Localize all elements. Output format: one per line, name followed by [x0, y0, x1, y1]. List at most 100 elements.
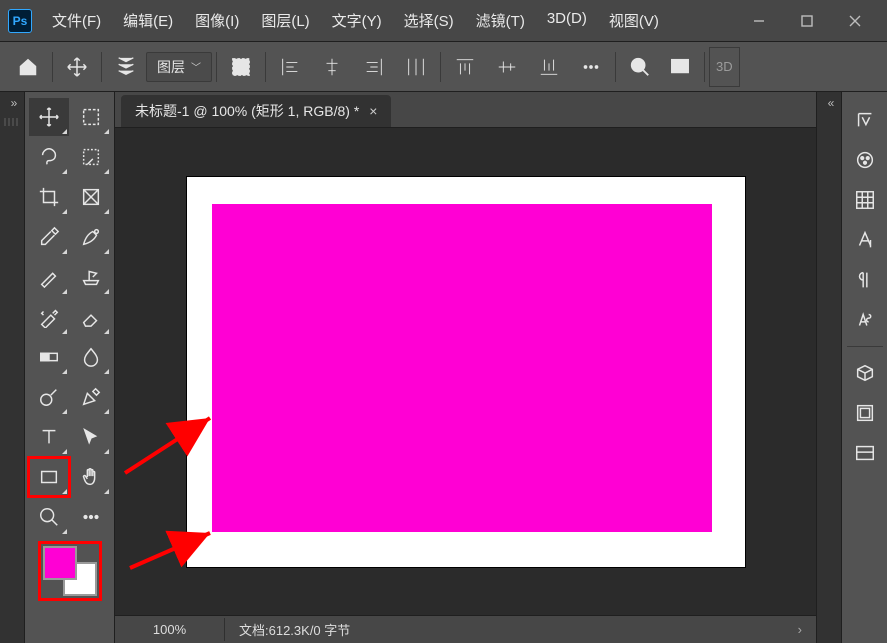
- flyout-indicator-icon: [104, 329, 109, 334]
- view-mode-icon[interactable]: [660, 47, 700, 87]
- align-vertical-group: [445, 47, 611, 87]
- tools-panel: [25, 92, 115, 643]
- canvas-viewport[interactable]: [115, 128, 816, 615]
- layers-panel[interactable]: [845, 393, 885, 433]
- spot-heal-tool[interactable]: [71, 218, 111, 256]
- document-tab[interactable]: 未标题-1 @ 100% (矩形 1, RGB/8) * ×: [121, 95, 391, 127]
- separator: [52, 52, 53, 82]
- 3d-mode-button[interactable]: 3D: [709, 47, 740, 87]
- zoom-tool[interactable]: [29, 498, 69, 536]
- auto-select-dropdown[interactable]: 图层 ﹀: [146, 52, 212, 82]
- color-panel[interactable]: [845, 140, 885, 180]
- menu-select[interactable]: 选择(S): [394, 6, 464, 35]
- align-right-icon[interactable]: [354, 47, 394, 87]
- swatches-panel[interactable]: [845, 180, 885, 220]
- 3d-panel[interactable]: [845, 353, 885, 393]
- edit-toolbar[interactable]: [71, 498, 111, 536]
- flyout-indicator-icon: [62, 129, 67, 134]
- flyout-indicator-icon: [62, 449, 67, 454]
- menu-file[interactable]: 文件(F): [42, 6, 111, 35]
- maximize-button[interactable]: [783, 5, 831, 37]
- menu-view[interactable]: 视图(V): [599, 6, 669, 35]
- menu-3d[interactable]: 3D(D): [537, 6, 597, 35]
- path-select-tool[interactable]: [71, 418, 111, 456]
- status-expand-icon[interactable]: ›: [784, 622, 816, 637]
- rectangle-tool[interactable]: [29, 458, 69, 496]
- more-align-icon[interactable]: [571, 47, 611, 87]
- 3d-mode-label: 3D: [716, 59, 733, 74]
- flyout-indicator-icon: [104, 369, 109, 374]
- search-icon[interactable]: [620, 47, 660, 87]
- eraser-tool[interactable]: [71, 298, 111, 336]
- lasso-tool[interactable]: [29, 138, 69, 176]
- flyout-indicator-icon: [62, 209, 67, 214]
- menu-type[interactable]: 文字(Y): [322, 6, 392, 35]
- flyout-indicator-icon: [62, 529, 67, 534]
- brush-tool[interactable]: [29, 258, 69, 296]
- dodge-tool[interactable]: [29, 378, 69, 416]
- document-tab-title: 未标题-1 @ 100% (矩形 1, RGB/8) *: [135, 101, 359, 121]
- transform-controls-icon[interactable]: [221, 47, 261, 87]
- right-panels: [841, 92, 887, 643]
- marquee-tool[interactable]: [71, 98, 111, 136]
- flyout-indicator-icon: [62, 169, 67, 174]
- close-tab-icon[interactable]: ×: [369, 103, 377, 119]
- eyedropper-tool[interactable]: [29, 218, 69, 256]
- channels-panel[interactable]: [845, 433, 885, 473]
- right-panel-gutter[interactable]: «: [816, 92, 841, 643]
- window-controls: [735, 5, 879, 37]
- menu-items: 文件(F) 编辑(E) 图像(I) 图层(L) 文字(Y) 选择(S) 滤镜(T…: [42, 6, 669, 35]
- collapse-right-icon: «: [828, 96, 831, 110]
- align-bottom-icon[interactable]: [529, 47, 569, 87]
- flyout-indicator-icon: [62, 249, 67, 254]
- history-panel[interactable]: [845, 100, 885, 140]
- status-doc-info[interactable]: 文档:612.3K/0 字节: [225, 620, 364, 639]
- align-left-icon[interactable]: [270, 47, 310, 87]
- color-swatches[interactable]: [43, 546, 97, 596]
- type-tool[interactable]: [29, 418, 69, 456]
- glyph-panel[interactable]: [845, 300, 885, 340]
- gradient-tool[interactable]: [29, 338, 69, 376]
- move-tool[interactable]: [29, 98, 69, 136]
- distribute-h-icon[interactable]: [396, 47, 436, 87]
- flyout-indicator-icon: [62, 409, 67, 414]
- menubar: Ps 文件(F) 编辑(E) 图像(I) 图层(L) 文字(Y) 选择(S) 滤…: [0, 0, 887, 42]
- flyout-indicator-icon: [62, 289, 67, 294]
- character-panel[interactable]: [845, 220, 885, 260]
- menu-image[interactable]: 图像(I): [185, 6, 249, 35]
- paragraph-panel[interactable]: [845, 260, 885, 300]
- flyout-indicator-icon: [104, 409, 109, 414]
- foreground-color-swatch[interactable]: [43, 546, 77, 580]
- chevron-down-icon: ﹀: [191, 59, 201, 74]
- rectangle-shape-1[interactable]: [212, 204, 712, 532]
- collapse-left-icon: »: [11, 96, 14, 110]
- auto-select-icon[interactable]: [106, 47, 146, 87]
- menu-layer[interactable]: 图层(L): [251, 6, 319, 35]
- left-panel-gutter[interactable]: »: [0, 92, 25, 643]
- status-zoom[interactable]: 100%: [115, 618, 225, 641]
- magic-wand-tool[interactable]: [71, 138, 111, 176]
- frame-tool[interactable]: [71, 178, 111, 216]
- separator: [101, 52, 102, 82]
- home-button[interactable]: [8, 47, 48, 87]
- auto-select-label: 图层: [157, 57, 185, 77]
- move-transform-icon[interactable]: [57, 47, 97, 87]
- crop-tool[interactable]: [29, 178, 69, 216]
- flyout-indicator-icon: [104, 169, 109, 174]
- document-canvas[interactable]: [186, 176, 746, 568]
- flyout-indicator-icon: [62, 369, 67, 374]
- menu-edit[interactable]: 编辑(E): [113, 6, 183, 35]
- close-button[interactable]: [831, 5, 879, 37]
- pen-tool[interactable]: [71, 378, 111, 416]
- align-top-icon[interactable]: [445, 47, 485, 87]
- minimize-button[interactable]: [735, 5, 783, 37]
- flyout-indicator-icon: [104, 129, 109, 134]
- blur-tool[interactable]: [71, 338, 111, 376]
- menu-filter[interactable]: 滤镜(T): [466, 6, 535, 35]
- document-tabs: 未标题-1 @ 100% (矩形 1, RGB/8) * ×: [115, 92, 816, 128]
- align-vcenter-icon[interactable]: [487, 47, 527, 87]
- hand-tool[interactable]: [71, 458, 111, 496]
- align-hcenter-icon[interactable]: [312, 47, 352, 87]
- clone-stamp-tool[interactable]: [71, 258, 111, 296]
- history-brush-tool[interactable]: [29, 298, 69, 336]
